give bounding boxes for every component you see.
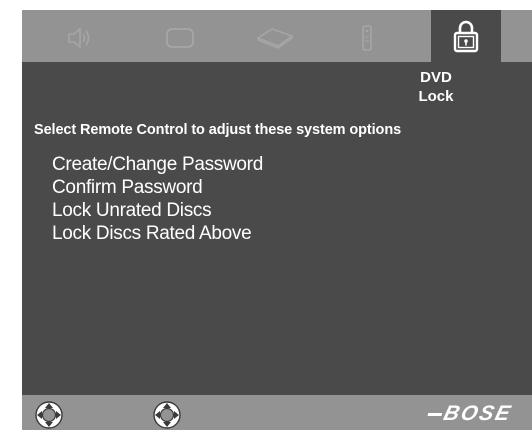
active-tab-caption: DVD Lock [406,68,466,106]
options-list: Create/Change Password Confirm Password … [52,153,263,245]
tab-remote[interactable] [332,14,402,62]
lock-icon [453,20,479,53]
option-lock-discs-rated-above[interactable]: Lock Discs Rated Above [52,222,263,245]
bose-logo: BOSE [423,402,515,426]
dvd-settings-window: DVD Lock Select Remote Control to adjust… [22,10,532,430]
footer-bar: BOSE [22,395,532,430]
logo-stripe [427,412,443,416]
active-tab-caption-line2: Lock [418,88,454,105]
screen-icon [166,28,194,48]
remote-icon [362,25,372,51]
disc-icon [256,28,294,49]
tab-audio[interactable] [44,14,114,62]
option-create-change-password[interactable]: Create/Change Password [52,153,263,176]
instruction-text: Select Remote Control to adjust these sy… [34,122,402,138]
tab-video[interactable] [145,14,215,62]
tab-disc[interactable] [240,14,310,62]
navigation-pad-icon[interactable] [152,400,182,430]
speaker-icon [68,27,90,49]
option-confirm-password[interactable]: Confirm Password [52,176,263,199]
navigation-pad-icon[interactable] [34,400,64,430]
tab-bar [22,10,532,62]
option-lock-unrated-discs[interactable]: Lock Unrated Discs [52,199,263,222]
tab-lock[interactable] [431,10,501,62]
active-tab-caption-line1: DVD [420,69,452,86]
settings-panel: DVD Lock Select Remote Control to adjust… [22,62,532,395]
bose-logo-text: BOSE [441,402,515,425]
